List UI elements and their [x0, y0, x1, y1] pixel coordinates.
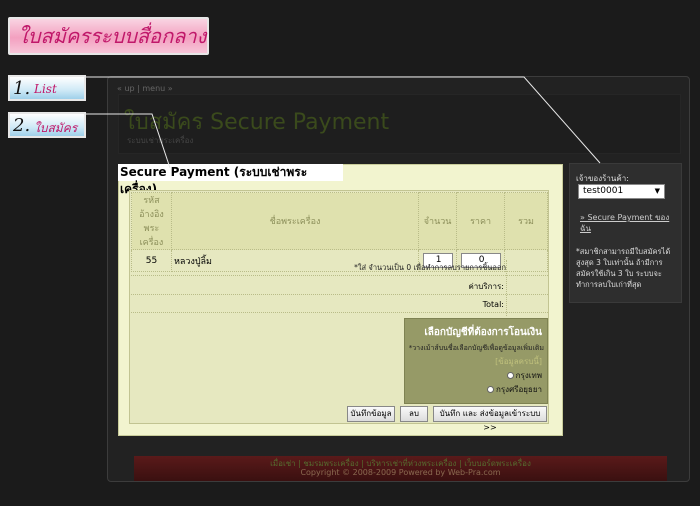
- callout-line-application: [86, 113, 171, 169]
- callout-line-list: [86, 76, 601, 164]
- callout-lines: [86, 76, 601, 169]
